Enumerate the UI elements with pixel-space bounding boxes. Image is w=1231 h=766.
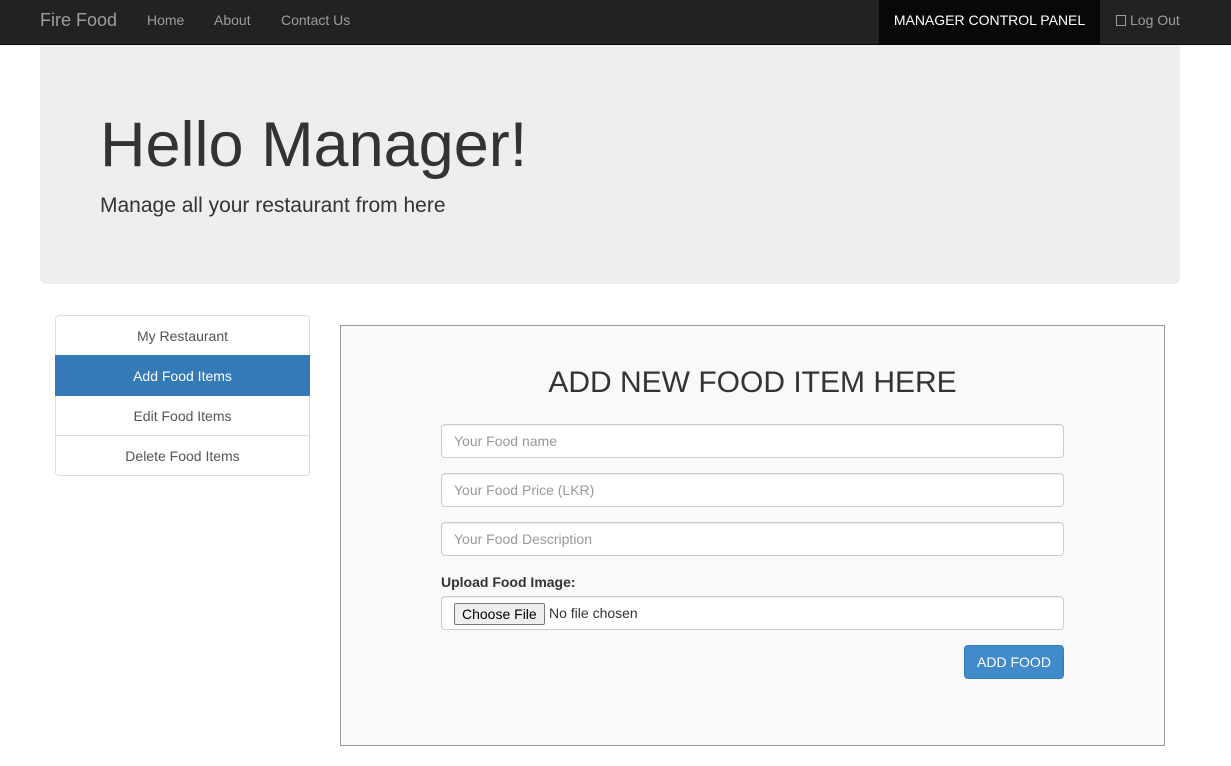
sidebar-item-add-food-items[interactable]: Add Food Items bbox=[55, 355, 310, 396]
choose-file-button[interactable]: Choose File bbox=[454, 603, 545, 625]
add-food-button[interactable]: ADD FOOD bbox=[964, 645, 1064, 679]
welcome-banner: Hello Manager! Manage all your restauran… bbox=[40, 45, 1180, 284]
file-status-text: No file chosen bbox=[549, 605, 638, 621]
sidebar-menu: My Restaurant Add Food Items Edit Food I… bbox=[55, 315, 310, 476]
sidebar-item-edit-food-items[interactable]: Edit Food Items bbox=[55, 395, 310, 436]
add-food-form-panel: ADD NEW FOOD ITEM HERE Upload Food Image… bbox=[340, 325, 1165, 746]
food-price-input[interactable] bbox=[441, 473, 1064, 507]
upload-image-label: Upload Food Image: bbox=[441, 574, 576, 590]
brand-link[interactable]: Fire Food bbox=[40, 0, 117, 40]
logout-label: Log Out bbox=[1130, 12, 1180, 28]
sidebar-item-my-restaurant[interactable]: My Restaurant bbox=[55, 315, 310, 356]
logout-icon bbox=[1116, 15, 1126, 26]
nav-contact-link[interactable]: Contact Us bbox=[281, 0, 350, 40]
page-title: Hello Manager! bbox=[100, 110, 528, 180]
page-subtitle: Manage all your restaurant from here bbox=[100, 194, 446, 217]
nav-home-link[interactable]: Home bbox=[147, 0, 184, 40]
form-heading: ADD NEW FOOD ITEM HERE bbox=[548, 366, 957, 399]
logout-link[interactable]: Log Out bbox=[1116, 0, 1180, 40]
food-image-file-input: Choose File No file chosen bbox=[441, 596, 1064, 630]
food-name-input[interactable] bbox=[441, 424, 1064, 458]
sidebar-item-delete-food-items[interactable]: Delete Food Items bbox=[55, 435, 310, 476]
manager-control-panel-link[interactable]: MANAGER CONTROL PANEL bbox=[879, 0, 1100, 45]
food-description-input[interactable] bbox=[441, 522, 1064, 556]
navbar: Fire Food Home About Contact Us MANAGER … bbox=[0, 0, 1231, 45]
nav-about-link[interactable]: About bbox=[214, 0, 251, 40]
